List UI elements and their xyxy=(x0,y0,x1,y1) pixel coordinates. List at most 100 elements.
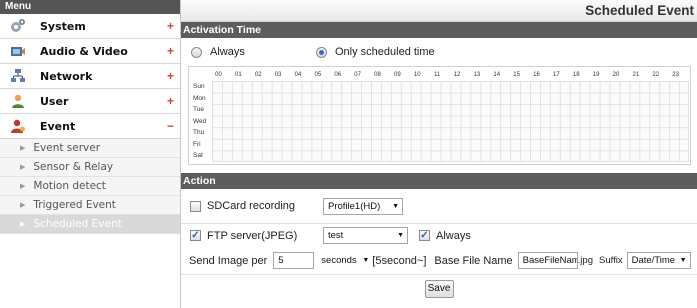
action-section-header: Action xyxy=(181,173,697,189)
hour-label: 18 xyxy=(572,72,580,78)
hour-label: 14 xyxy=(493,72,501,78)
hour-label: 17 xyxy=(553,72,560,78)
ftp-server-select-value: test xyxy=(328,230,344,241)
submenu-item-label: Sensor & Relay xyxy=(33,161,114,173)
day-label: Thu xyxy=(193,129,205,137)
hour-label: 10 xyxy=(413,72,421,78)
expand-plus-icon[interactable]: + xyxy=(167,94,174,108)
profile-select-value: Profile1(HD) xyxy=(328,200,381,212)
expand-plus-icon[interactable]: + xyxy=(167,69,174,83)
hour-label: 16 xyxy=(533,72,540,78)
activation-section-header: Activation Time xyxy=(181,22,697,38)
activation-options: Always Only scheduled time xyxy=(181,38,697,66)
submenu-item-label: Event server xyxy=(33,142,101,154)
ftp-label: FTP server(JPEG) xyxy=(207,229,298,242)
user-icon xyxy=(8,92,28,110)
base-file-name-input[interactable]: BaseFileName xyxy=(517,252,578,269)
sidebar-menu: Menu System + Audio & Video + Network + … xyxy=(0,0,181,308)
dropdown-arrow-icon: ▼ xyxy=(397,232,404,239)
hour-label: 15 xyxy=(513,72,520,78)
sidebar-item-label: System xyxy=(40,19,86,33)
page-title: Scheduled Event xyxy=(585,3,694,18)
ftp-checkbox[interactable]: ✓ xyxy=(190,230,201,241)
hour-label: 05 xyxy=(314,72,322,78)
hour-label: 02 xyxy=(254,72,262,78)
hour-label: 11 xyxy=(434,72,441,78)
save-button[interactable]: Save xyxy=(424,279,454,298)
arrow-right-icon: ▶ xyxy=(20,221,26,228)
suffix-select[interactable]: Date/Time ▼ xyxy=(626,252,691,269)
day-label: Tue xyxy=(193,106,204,114)
hour-label: 19 xyxy=(592,72,600,78)
always-send-checkbox[interactable]: ✓ xyxy=(419,230,430,241)
arrow-right-icon: ▶ xyxy=(20,183,26,190)
send-image-row: Send Image per 5 seconds ▼ [5second~] Ba… xyxy=(181,247,697,274)
file-extension-label: .jpg xyxy=(577,255,593,266)
always-send-label: Always xyxy=(436,229,471,242)
sidebar-item-system[interactable]: System + xyxy=(0,14,180,39)
profile-select[interactable]: Profile1(HD) ▼ xyxy=(323,197,403,215)
always-radio[interactable] xyxy=(191,46,202,58)
sidebar-item-network[interactable]: Network + xyxy=(0,64,180,89)
submenu-item-triggered-event[interactable]: ▶ Triggered Event xyxy=(0,196,180,215)
sidebar-item-label: Event xyxy=(40,119,76,133)
base-file-name-label: Base File Name xyxy=(434,254,513,267)
hour-label: 13 xyxy=(473,72,481,78)
collapse-minus-icon[interactable]: − xyxy=(167,119,174,133)
submenu-item-scheduled-event[interactable]: ▶ Scheduled Event xyxy=(0,215,180,234)
day-label: Wed xyxy=(193,117,207,125)
dropdown-arrow-icon: ▼ xyxy=(392,202,399,210)
sidebar-item-audio-video[interactable]: Audio & Video + xyxy=(0,39,180,64)
expand-plus-icon[interactable]: + xyxy=(167,44,174,58)
scheduled-label: Only scheduled time xyxy=(335,46,435,58)
always-label: Always xyxy=(210,46,245,58)
schedule-grid: 00 01 02 03 04 05 06 07 08 09 10 11 12 13 14 15 16 17 18 19… xyxy=(188,66,691,165)
dropdown-arrow-icon: ▼ xyxy=(679,257,687,264)
send-image-label: Send Image per xyxy=(189,254,268,267)
day-label: Sat xyxy=(193,152,203,160)
sdcard-row: SDCard recording Profile1(HD) ▼ xyxy=(181,189,697,223)
hour-label: 08 xyxy=(374,72,381,78)
hour-label: 12 xyxy=(453,72,461,78)
day-label: Fri xyxy=(193,140,201,148)
hour-label: 00 xyxy=(215,72,222,78)
submenu-item-label: Triggered Event xyxy=(33,199,116,211)
network-icon xyxy=(8,67,28,85)
event-icon xyxy=(8,117,28,135)
arrow-right-icon: ▶ xyxy=(20,145,26,152)
unit-select[interactable]: seconds ▼ xyxy=(321,252,370,269)
hour-label: 06 xyxy=(334,72,342,78)
submenu-item-label: Motion detect xyxy=(33,180,106,192)
hour-label: 21 xyxy=(632,72,640,78)
ftp-row: ✓ FTP server(JPEG) test ▼ ✓ Always xyxy=(181,223,697,247)
sidebar-item-user[interactable]: User + xyxy=(0,89,180,114)
menu-header: Menu xyxy=(0,0,180,14)
scheduled-option[interactable]: Only scheduled time xyxy=(316,46,435,58)
save-row: Save xyxy=(181,274,697,302)
submenu-item-label: Scheduled Event xyxy=(33,218,122,230)
sidebar-item-event[interactable]: Event − xyxy=(0,114,180,139)
sdcard-label: SDCard recording xyxy=(207,200,296,212)
hour-label: 20 xyxy=(612,72,620,78)
submenu-item-motion-detect[interactable]: ▶ Motion detect xyxy=(0,177,180,196)
hour-label: 07 xyxy=(354,72,361,78)
suffix-select-value: Date/Time xyxy=(631,255,676,266)
hour-label: 23 xyxy=(672,72,679,78)
arrow-right-icon: ▶ xyxy=(20,202,26,209)
main-panel: Scheduled Event Activation Time Always O… xyxy=(181,0,697,308)
expand-plus-icon[interactable]: + xyxy=(167,19,174,33)
audio-video-icon xyxy=(8,42,28,60)
submenu-item-event-server[interactable]: ▶ Event server xyxy=(0,139,180,158)
arrow-right-icon: ▶ xyxy=(20,164,26,171)
suffix-label: Suffix xyxy=(599,255,623,266)
unit-select-value: seconds xyxy=(321,255,357,266)
schedule-cells[interactable] xyxy=(212,81,689,162)
always-option[interactable]: Always xyxy=(191,46,316,58)
submenu-item-sensor-relay[interactable]: ▶ Sensor & Relay xyxy=(0,158,180,177)
day-label: Mon xyxy=(193,94,206,102)
sdcard-checkbox[interactable] xyxy=(190,200,201,212)
ftp-server-select[interactable]: test ▼ xyxy=(323,227,408,244)
interval-input[interactable]: 5 xyxy=(273,252,315,269)
sidebar-item-label: Network xyxy=(40,69,93,83)
scheduled-radio[interactable] xyxy=(316,46,327,58)
